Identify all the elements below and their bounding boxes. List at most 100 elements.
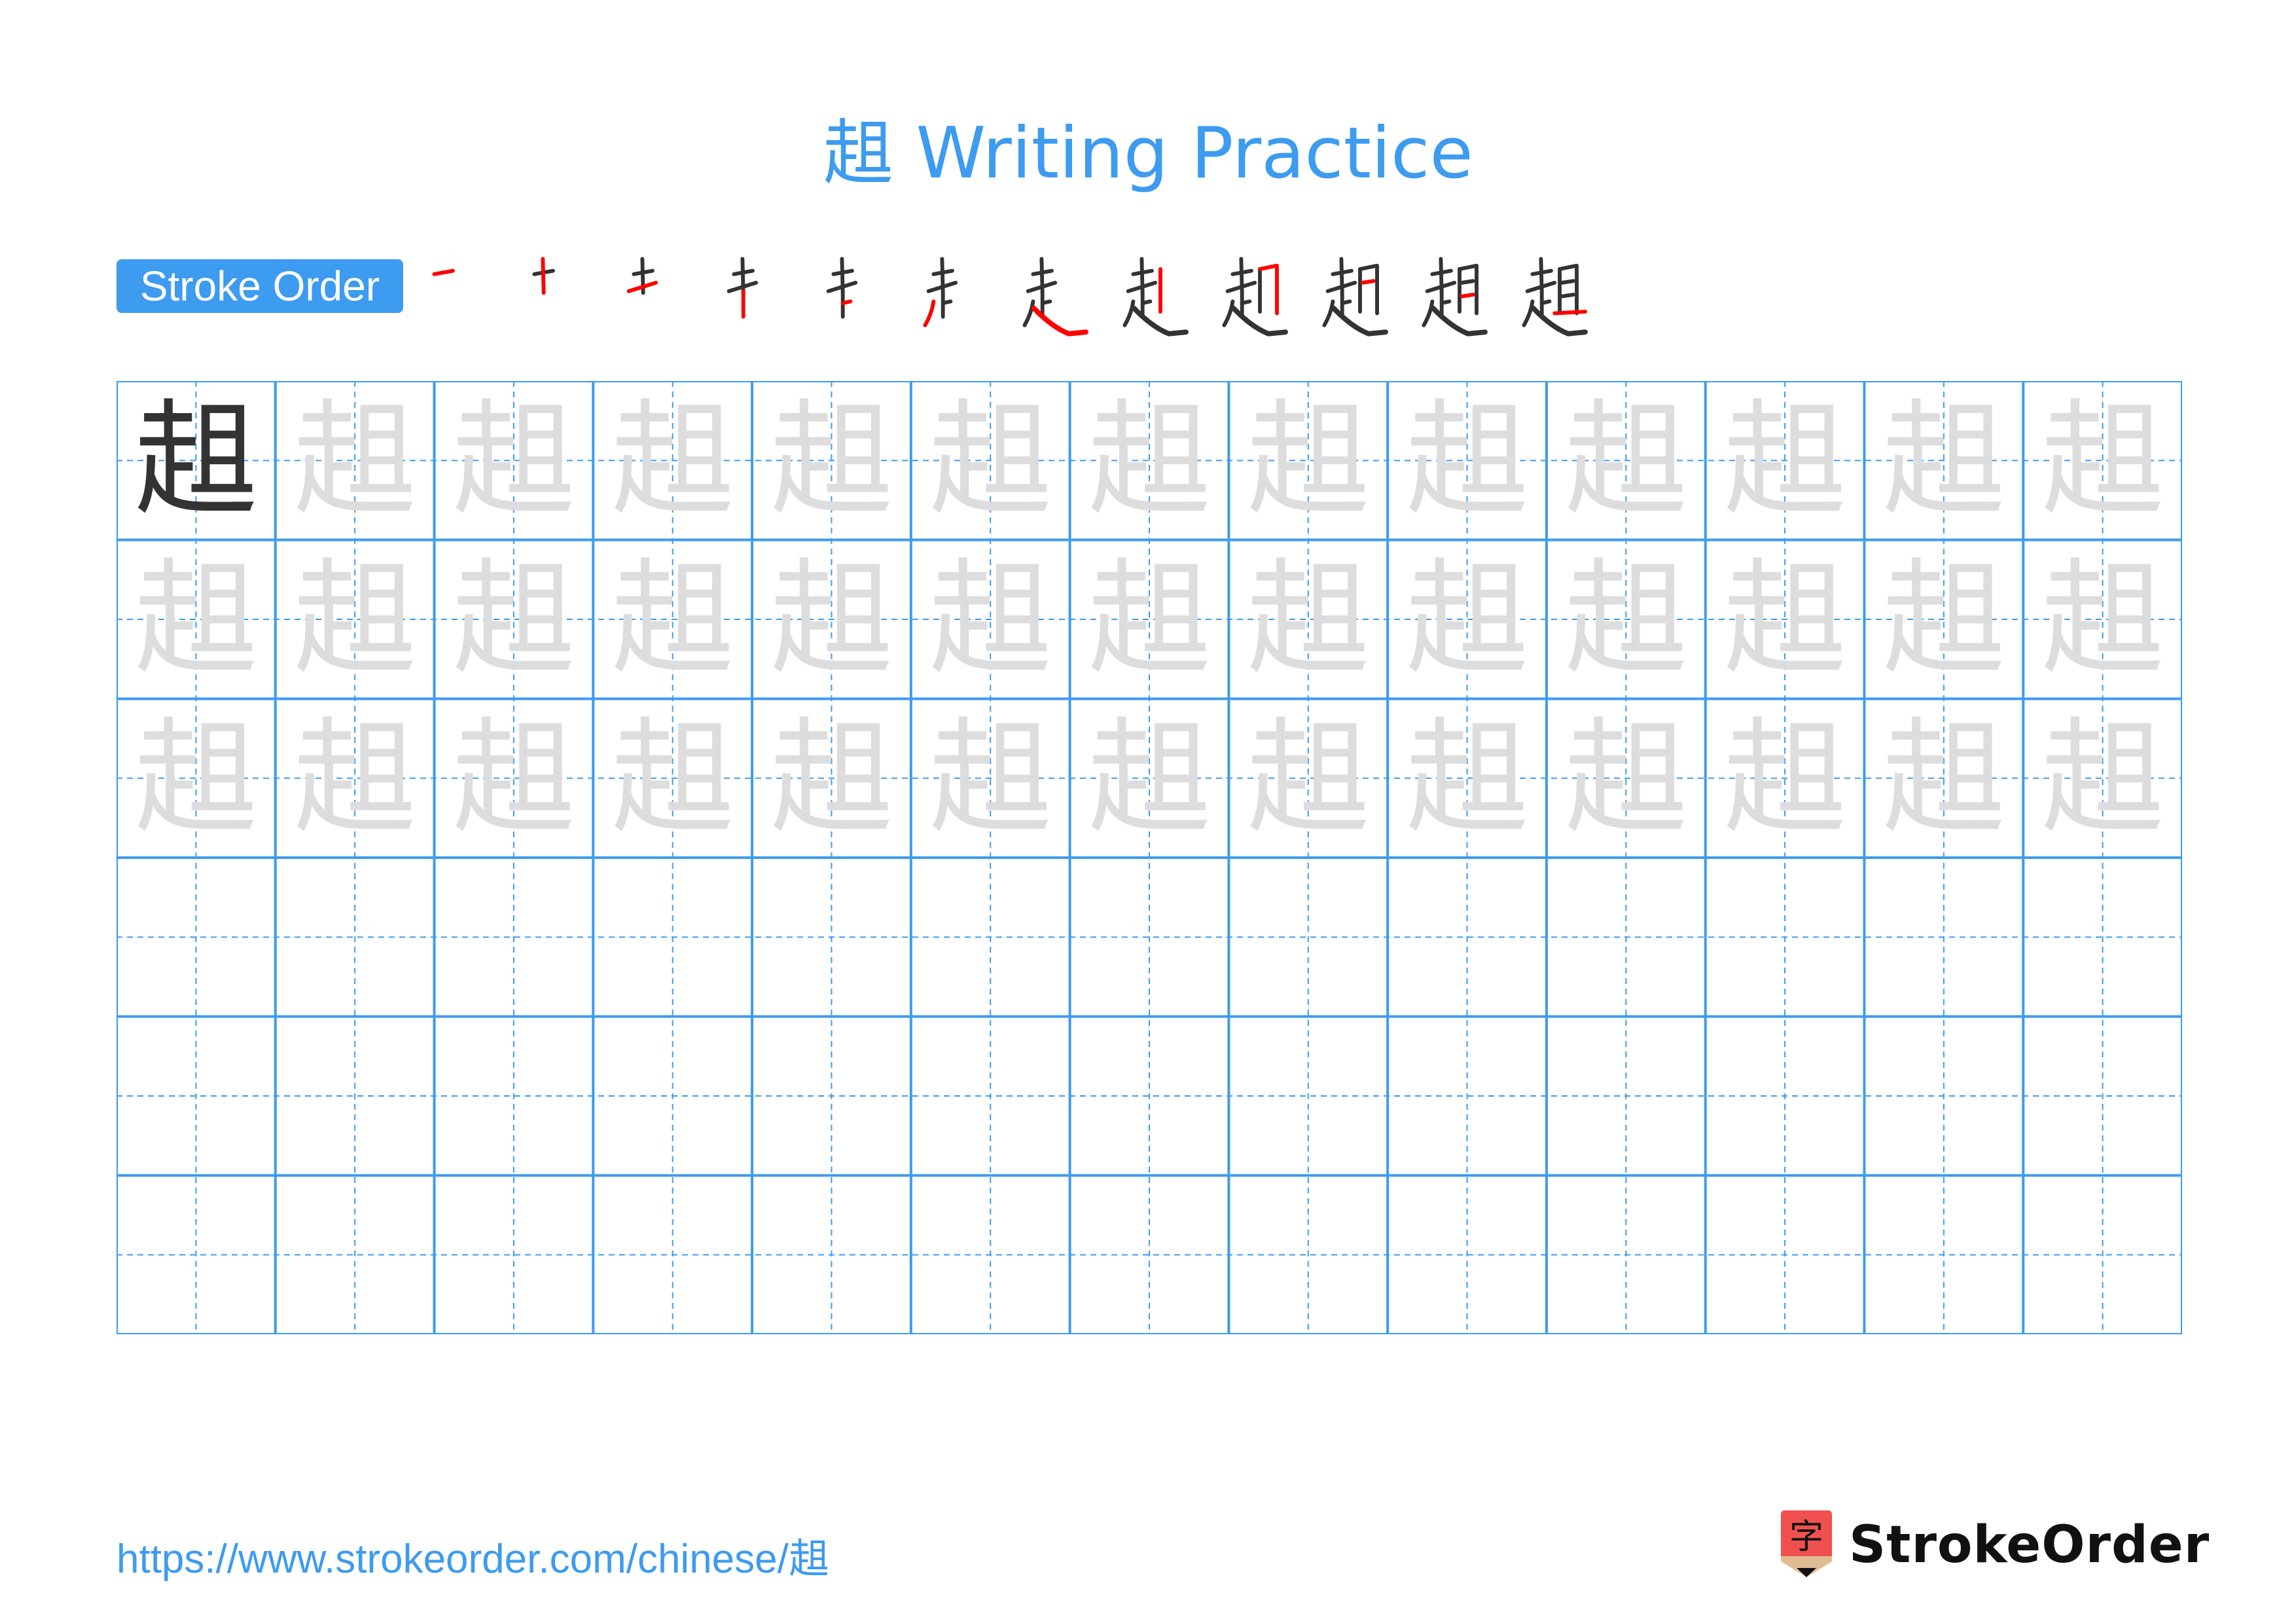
empty-practice-cell	[1388, 1175, 1547, 1334]
tracing-character: 趄	[1564, 388, 1689, 533]
tracing-character: 趄	[769, 546, 894, 691]
tracing-character: 趄	[928, 546, 1053, 691]
empty-practice-cell	[1547, 1017, 1706, 1176]
empty-practice-cell	[911, 858, 1070, 1017]
previous-stroke	[1422, 299, 1435, 327]
tracing-character: 趄	[1881, 546, 2006, 691]
tracing-character: 趄	[1881, 388, 2006, 533]
previous-stroke	[1557, 263, 1579, 316]
previous-stroke	[1439, 299, 1452, 305]
current-stroke	[840, 299, 853, 305]
empty-practice-cell	[2023, 1017, 2182, 1176]
tracing-character: 趄	[451, 388, 576, 533]
empty-practice-cell	[1864, 1017, 2023, 1176]
tracing-character: 趄	[1723, 388, 1848, 533]
empty-practice-cell	[1229, 1017, 1388, 1176]
previous-stroke	[1458, 263, 1479, 316]
previous-stroke	[1222, 299, 1235, 327]
empty-practice-cell	[1547, 1175, 1706, 1334]
strokeorder-logo[interactable]: 字 StrokeOrder	[1777, 1506, 2210, 1584]
tracing-character: 趄	[1246, 388, 1371, 533]
stroke-order-badge: Stroke Order	[117, 259, 403, 313]
empty-practice-cell	[1388, 858, 1547, 1017]
stroke-step-6	[918, 252, 1003, 337]
tracing-character: 趄	[1086, 546, 1211, 691]
previous-stroke	[1357, 263, 1379, 316]
empty-practice-cell	[1070, 1175, 1229, 1334]
stroke-step-11	[1417, 252, 1502, 337]
previous-stroke	[1122, 299, 1135, 327]
empty-practice-cell	[752, 1017, 911, 1176]
tracing-character: 趄	[1405, 705, 1530, 850]
previous-stroke	[1521, 299, 1534, 327]
previous-stroke	[941, 299, 952, 305]
empty-practice-cell	[1706, 858, 1865, 1017]
tracing-character: 趄	[1405, 388, 1530, 533]
empty-practice-cell	[1706, 1017, 1865, 1176]
empty-practice-cell	[1864, 858, 2023, 1017]
previous-stroke	[1040, 299, 1052, 305]
current-stroke	[432, 268, 455, 276]
previous-stroke	[1022, 299, 1035, 327]
previous-stroke	[1321, 299, 1335, 327]
page-title: 趄 Writing Practice	[823, 113, 1473, 194]
previous-stroke	[1140, 299, 1152, 305]
practice-grid: 趄趄趄趄趄趄趄趄趄趄趄趄趄趄趄趄趄趄趄趄趄趄趄趄趄趄趄趄趄趄趄趄趄趄趄趄趄趄趄	[117, 381, 2182, 1334]
current-stroke	[1360, 279, 1376, 285]
previous-stroke	[1240, 299, 1252, 305]
empty-practice-cell	[911, 1175, 1070, 1334]
stroke-step-12	[1517, 252, 1602, 337]
pencil-logo-icon: 字	[1777, 1509, 1836, 1581]
logo-glyph: 字	[1789, 1518, 1823, 1557]
brand-name: StrokeOrder	[1849, 1516, 2210, 1575]
tracing-character: 趄	[2040, 388, 2165, 533]
empty-practice-cell	[2023, 858, 2182, 1017]
empty-practice-cell	[1229, 858, 1388, 1017]
stroke-step-9	[1217, 252, 1302, 337]
current-stroke	[1460, 293, 1475, 299]
empty-practice-cell	[276, 1175, 435, 1334]
tracing-character: 趄	[293, 705, 418, 850]
stroke-step-10	[1318, 252, 1403, 337]
tracing-character: 趄	[293, 388, 418, 533]
tracing-character: 趄	[1723, 705, 1848, 850]
current-stroke	[1258, 263, 1279, 316]
tracing-character: 趄	[928, 705, 1053, 850]
tracing-character: 趄	[451, 546, 576, 691]
tracing-character: 趄	[1723, 546, 1848, 691]
empty-practice-cell	[117, 1017, 276, 1176]
empty-practice-cell	[435, 1175, 594, 1334]
tracing-character: 趄	[1086, 705, 1211, 850]
empty-practice-cell	[435, 858, 594, 1017]
tracing-character: 趄	[1086, 388, 1211, 533]
empty-practice-cell	[752, 1175, 911, 1334]
tracing-character: 趄	[1246, 546, 1371, 691]
footer-url-link[interactable]: https://www.strokeorder.com/chinese/趄	[117, 1525, 829, 1584]
empty-practice-cell	[435, 1017, 594, 1176]
stroke-step-8	[1118, 252, 1203, 337]
tracing-character: 趄	[928, 388, 1053, 533]
empty-practice-cell	[276, 858, 435, 1017]
empty-practice-cell	[1229, 1175, 1388, 1334]
empty-practice-cell	[276, 1017, 435, 1176]
tracing-character: 趄	[610, 546, 735, 691]
empty-practice-cell	[1864, 1175, 2023, 1334]
previous-stroke	[1460, 279, 1475, 285]
empty-practice-cell	[1706, 1175, 1865, 1334]
stroke-step-3	[619, 252, 704, 337]
empty-practice-cell	[1070, 1017, 1229, 1176]
empty-practice-cell	[117, 1175, 276, 1334]
tracing-character: 趄	[610, 388, 735, 533]
tracing-character: 趄	[134, 546, 259, 691]
stroke-step-1	[419, 252, 504, 337]
model-character: 趄	[134, 388, 259, 533]
current-stroke	[922, 299, 935, 327]
empty-practice-cell	[2023, 1175, 2182, 1334]
tracing-character: 趄	[1881, 705, 2006, 850]
empty-practice-cell	[911, 1017, 1070, 1176]
tracing-character: 趄	[134, 705, 259, 850]
tracing-character: 趄	[1564, 546, 1689, 691]
stroke-step-4	[719, 252, 804, 337]
empty-practice-cell	[1547, 858, 1706, 1017]
tracing-character: 趄	[2040, 546, 2165, 691]
